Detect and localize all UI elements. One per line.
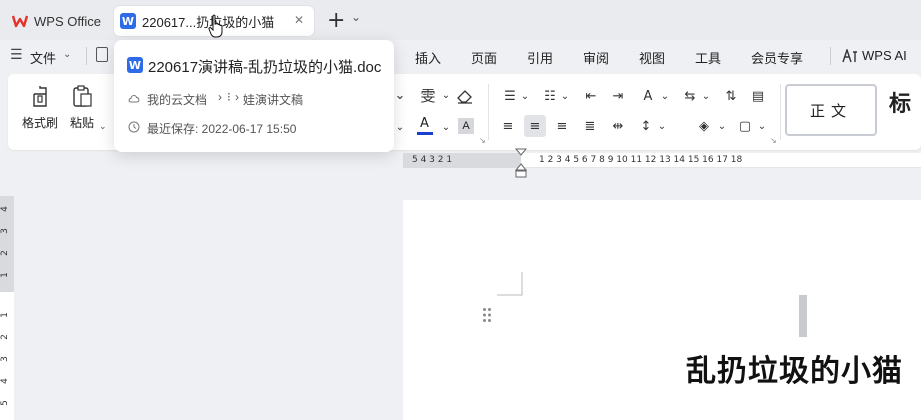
cloud-icon bbox=[128, 95, 140, 103]
vruler-number: 5 bbox=[0, 400, 10, 406]
vruler-number: 3 bbox=[0, 228, 10, 234]
font-color-bar bbox=[417, 132, 433, 135]
increase-indent-icon[interactable]: ⇥ bbox=[608, 87, 628, 105]
eraser-icon[interactable] bbox=[456, 88, 474, 104]
numbered-chevron-icon[interactable]: ⌄ bbox=[555, 87, 575, 105]
clock-icon bbox=[128, 121, 140, 133]
ruler-left-numbers: 5 4 3 2 1 bbox=[412, 155, 453, 165]
tab-bar: WPS Office W 220617...扔垃圾的小猫 ✕ + ⌄ bbox=[0, 0, 921, 40]
menu-file[interactable]: 文件 bbox=[30, 48, 56, 67]
new-tab-button[interactable]: + bbox=[327, 8, 345, 33]
popup-filename[interactable]: 220617演讲稿-乱扔垃圾的小猫.doc bbox=[148, 56, 381, 77]
popup-path-root[interactable]: 我的云文档 bbox=[147, 91, 207, 108]
new-tab-more-icon[interactable]: ⌄ bbox=[351, 10, 361, 24]
toolbar-divider bbox=[780, 84, 781, 140]
paste-icon bbox=[73, 85, 92, 107]
tab-home-label: WPS Office bbox=[34, 13, 101, 29]
word-doc-icon: W bbox=[127, 57, 143, 73]
vruler-number: 2 bbox=[0, 334, 10, 340]
font-color-icon: A bbox=[420, 116, 429, 131]
font-color-chevron-icon[interactable]: ⌄ bbox=[436, 118, 456, 136]
font-color-button[interactable]: A bbox=[416, 116, 434, 136]
phonetic-chevron-icon[interactable]: ⌄ bbox=[436, 86, 456, 104]
wps-logo-icon bbox=[12, 15, 28, 28]
vruler-number: 2 bbox=[0, 250, 10, 256]
shading-icon[interactable]: ◈ bbox=[694, 117, 714, 135]
show-marks-icon[interactable]: ▤ bbox=[748, 87, 768, 105]
style-normal[interactable]: 正文 bbox=[785, 84, 877, 136]
menu-page[interactable]: 页面 bbox=[471, 48, 497, 67]
popup-last-saved: 最近保存: 2022-06-17 15:50 bbox=[147, 122, 297, 136]
close-tab-icon[interactable]: ✕ bbox=[294, 13, 304, 27]
phonetic-guide-icon[interactable]: 雯 bbox=[418, 86, 438, 105]
format-painter-label: 格式刷 bbox=[22, 116, 59, 130]
wps-ai-icon bbox=[842, 49, 857, 63]
line-spacing-chevron-icon[interactable]: ⌄ bbox=[652, 117, 672, 135]
horizontal-ruler[interactable]: 5 4 3 2 1 1 2 3 4 5 6 7 8 9 10 11 12 13 … bbox=[403, 153, 921, 168]
paste-button[interactable]: 粘贴 bbox=[70, 84, 94, 131]
ruler-right-numbers: 1 2 3 4 5 6 7 8 9 10 11 12 13 14 15 16 1… bbox=[539, 155, 743, 165]
menu-review[interactable]: 审阅 bbox=[583, 48, 609, 67]
change-case-chevron-icon[interactable]: ⌄ bbox=[655, 87, 675, 105]
hamburger-menu-icon[interactable]: ☰ bbox=[10, 47, 23, 63]
toolbar-divider bbox=[488, 84, 489, 140]
paste-label: 粘贴 bbox=[70, 116, 95, 130]
document-title[interactable]: 乱扔垃圾的小猫 bbox=[686, 346, 903, 390]
menu-tools[interactable]: 工具 bbox=[695, 48, 721, 67]
vruler-number: 1 bbox=[0, 312, 10, 318]
new-doc-icon[interactable] bbox=[96, 47, 108, 62]
hand-cursor-icon bbox=[208, 14, 223, 38]
distributed-icon[interactable]: ⇹ bbox=[608, 117, 628, 135]
vruler-number: 3 bbox=[0, 356, 10, 362]
bullet-chevron-icon[interactable]: ⌄ bbox=[515, 87, 535, 105]
align-center-icon[interactable]: ≡ bbox=[524, 115, 546, 137]
text-direction-chevron-icon[interactable]: ⌄ bbox=[696, 87, 716, 105]
drag-handle-icon[interactable] bbox=[482, 307, 492, 323]
vruler-number: 4 bbox=[0, 206, 10, 212]
align-left-icon[interactable]: ≡ bbox=[498, 117, 518, 135]
path-separator: › bbox=[235, 90, 239, 104]
sort-icon[interactable]: ⇅ bbox=[721, 87, 741, 105]
format-painter-button[interactable]: 格式刷 bbox=[22, 84, 58, 131]
paragraph-dialog-launcher-icon[interactable]: ↘ bbox=[770, 136, 777, 145]
menu-member[interactable]: 会员专享 bbox=[751, 48, 803, 67]
align-right-icon[interactable]: ≡ bbox=[552, 117, 572, 135]
menu-insert[interactable]: 插入 bbox=[415, 48, 441, 67]
path-separator: › bbox=[218, 90, 222, 104]
indent-marker-icon[interactable] bbox=[514, 148, 528, 180]
menu-divider bbox=[86, 47, 87, 65]
vruler-number: 1 bbox=[0, 272, 10, 278]
format-painter-icon bbox=[33, 86, 47, 107]
justify-icon[interactable]: ≣ bbox=[580, 117, 600, 135]
shading-chevron-icon[interactable]: ⌄ bbox=[712, 117, 732, 135]
char-shading-icon[interactable]: A bbox=[458, 118, 474, 134]
popup-path-folder[interactable]: 娃演讲文稿 bbox=[243, 91, 303, 108]
vertical-ruler[interactable]: 4 3 2 1 1 2 3 4 5 bbox=[0, 196, 14, 420]
path-ellipsis: ⁝ bbox=[227, 90, 231, 104]
decrease-indent-icon[interactable]: ⇤ bbox=[581, 87, 601, 105]
style-heading[interactable]: 标 bbox=[889, 86, 911, 118]
chevron-down-icon[interactable]: ⌄ bbox=[63, 49, 71, 60]
vruler-number: 4 bbox=[0, 378, 10, 384]
menu-view[interactable]: 视图 bbox=[639, 48, 665, 67]
tab-wps-home[interactable]: WPS Office bbox=[6, 6, 108, 36]
borders-chevron-icon[interactable]: ⌄ bbox=[752, 117, 772, 135]
font-dialog-launcher-icon[interactable]: ↘ bbox=[479, 136, 486, 145]
text-cursor-caret bbox=[799, 295, 807, 337]
menu-references[interactable]: 引用 bbox=[527, 48, 553, 67]
paste-chevron-icon[interactable]: ⌄ bbox=[99, 121, 107, 132]
menu-divider bbox=[830, 47, 831, 65]
margin-corner-mark bbox=[497, 272, 523, 296]
menu-wps-ai[interactable]: WPS AI bbox=[862, 48, 907, 63]
document-info-popup: W 220617演讲稿-乱扔垃圾的小猫.doc 我的云文档 › ⁝ › 娃演讲文… bbox=[114, 40, 394, 152]
word-doc-icon: W bbox=[120, 13, 136, 29]
